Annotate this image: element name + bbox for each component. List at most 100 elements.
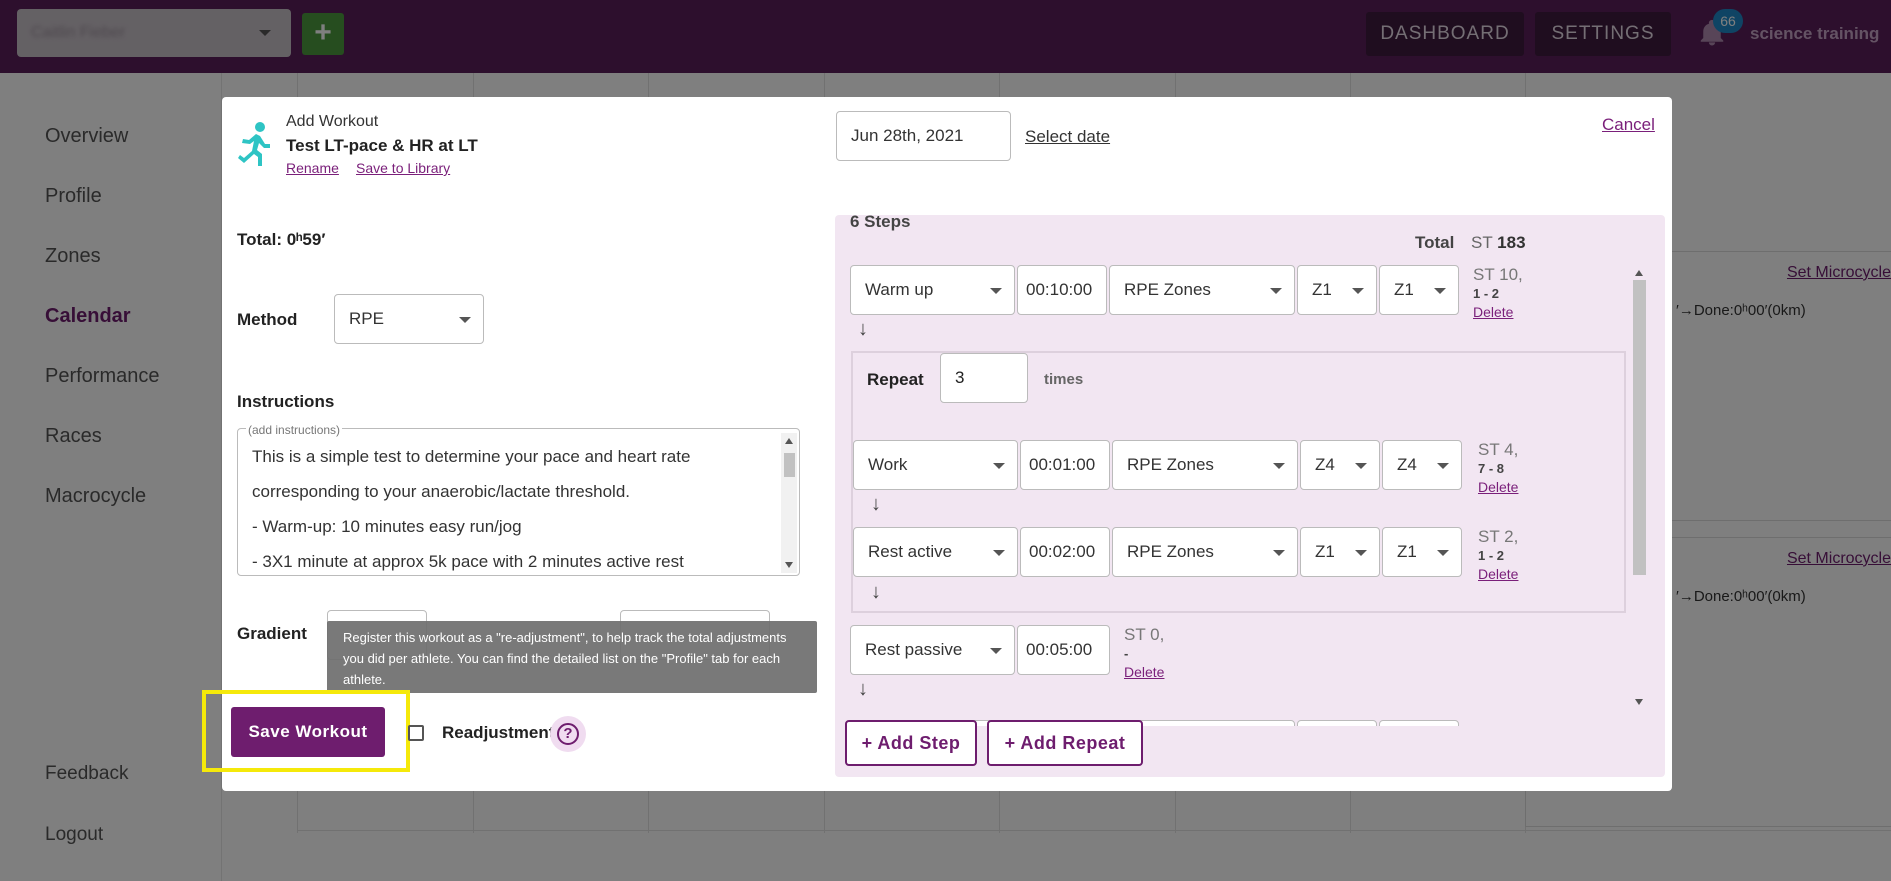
step-range: 1 - 2 xyxy=(1478,548,1505,563)
repeat-count-input[interactable]: 3 xyxy=(940,353,1028,403)
instructions-scrollbar[interactable] xyxy=(781,433,797,573)
times-label: times xyxy=(1044,371,1084,388)
chevron-down-icon xyxy=(990,648,1002,654)
running-person-icon xyxy=(238,122,270,166)
zone-to-value: Z1 xyxy=(1397,542,1417,561)
arrow-down-icon: ↓ xyxy=(858,678,868,700)
step-delete-link[interactable]: Delete xyxy=(1478,566,1518,582)
total-duration: Total: 0ʰ59′ xyxy=(237,230,326,249)
chevron-down-icon xyxy=(1437,550,1449,556)
scroll-thumb[interactable] xyxy=(1633,280,1646,575)
zone-from-select[interactable] xyxy=(1297,720,1377,726)
zone-from-value: Z4 xyxy=(1315,455,1335,474)
step-type-select[interactable]: Warm up xyxy=(850,265,1015,315)
st-prefix: ST xyxy=(1471,233,1493,252)
readjustment-checkbox[interactable] xyxy=(408,725,424,741)
add-workout-modal: Add Workout Test LT-pace & HR at LT Rena… xyxy=(202,97,1672,791)
chevron-down-icon xyxy=(993,550,1005,556)
chevron-down-icon xyxy=(1273,550,1285,556)
step-range: 1 - 2 xyxy=(1473,286,1500,301)
step-type-value: Rest active xyxy=(868,542,953,561)
modal-kicker: Add Workout xyxy=(286,113,379,130)
zone-type-select[interactable]: RPE Zones xyxy=(1112,527,1298,577)
instructions-label: Instructions xyxy=(237,392,335,411)
instructions-line: - 3X1 minute at approx 5k pace with 2 mi… xyxy=(252,552,684,571)
steps-count: 6 Steps xyxy=(850,212,911,231)
instructions-textarea[interactable]: This is a simple test to determine your … xyxy=(237,428,800,576)
help-icon[interactable]: ? xyxy=(550,716,586,752)
method-value: RPE xyxy=(349,309,384,328)
step-duration-input[interactable]: 00:02:00 xyxy=(1020,527,1110,577)
add-step-button[interactable]: + Add Step xyxy=(845,720,977,766)
readjustment-label: Readjustment xyxy=(442,723,555,742)
zone-to-select[interactable]: Z1 xyxy=(1382,527,1462,577)
chevron-down-icon xyxy=(1355,550,1367,556)
date-input[interactable]: Jun 28th, 2021 xyxy=(836,111,1011,161)
chevron-down-icon xyxy=(1355,463,1367,469)
instructions-legend: (add instructions) xyxy=(246,423,343,437)
zone-from-select[interactable]: Z1 xyxy=(1300,527,1380,577)
step-type-value: Work xyxy=(868,455,908,474)
zone-to-select[interactable]: Z4 xyxy=(1382,440,1462,490)
instructions-text: This is a simple test to determine your … xyxy=(252,439,772,575)
scroll-down-icon[interactable] xyxy=(785,562,793,568)
st-total: 183 xyxy=(1497,233,1526,252)
zone-to-value: Z4 xyxy=(1397,455,1417,474)
zone-to-select[interactable] xyxy=(1379,720,1459,726)
save-to-library-link[interactable]: Save to Library xyxy=(356,160,450,176)
step-duration-input[interactable]: 00:10:00 xyxy=(1017,265,1107,315)
step-duration-input[interactable]: 00:05:00 xyxy=(1017,625,1110,675)
zone-type-select[interactable]: RPE Zones xyxy=(1109,265,1295,315)
add-repeat-button[interactable]: + Add Repeat xyxy=(987,720,1143,766)
zone-type-value: RPE Zones xyxy=(1127,542,1214,561)
step-type-select[interactable]: Work xyxy=(853,440,1018,490)
scroll-up-icon[interactable] xyxy=(785,438,793,444)
arrow-down-icon: ↓ xyxy=(871,581,881,603)
zone-from-value: Z1 xyxy=(1312,280,1332,299)
scroll-up-icon[interactable] xyxy=(1635,270,1643,276)
readjustment-tooltip: Register this workout as a "re-adjustmen… xyxy=(327,621,817,693)
steps-scrollbar[interactable] xyxy=(1631,265,1648,705)
gradient-label: Gradient xyxy=(237,624,307,643)
zone-from-select[interactable]: Z4 xyxy=(1300,440,1380,490)
step-type-select[interactable]: Rest active xyxy=(853,527,1018,577)
steps-total-label: Total xyxy=(1415,233,1455,252)
instructions-line: This is a simple test to determine your … xyxy=(252,447,691,466)
step-range: 7 - 8 xyxy=(1478,461,1505,476)
step-st: ST 4, xyxy=(1478,440,1519,459)
step-delete-link[interactable]: Delete xyxy=(1478,479,1518,495)
chevron-down-icon xyxy=(1437,463,1449,469)
zone-type-select[interactable]: RPE Zones xyxy=(1112,440,1298,490)
help-symbol: ? xyxy=(557,723,579,745)
step-range: - xyxy=(1124,646,1129,661)
method-select[interactable]: RPE xyxy=(334,294,484,344)
scroll-down-icon[interactable] xyxy=(1635,699,1643,705)
zone-from-value: Z1 xyxy=(1315,542,1335,561)
steps-list: Warm up 00:10:00 RPE Zones Z1 Z1 ST 10, … xyxy=(834,265,1644,726)
cancel-link[interactable]: Cancel xyxy=(1602,115,1655,135)
step-st: ST 10, xyxy=(1473,265,1523,284)
step-delete-link[interactable]: Delete xyxy=(1124,664,1164,680)
arrow-down-icon: ↓ xyxy=(871,493,881,515)
save-workout-button[interactable]: Save Workout xyxy=(231,707,385,757)
scroll-thumb[interactable] xyxy=(784,453,795,477)
zone-from-select[interactable]: Z1 xyxy=(1297,265,1377,315)
repeat-block: Repeat 3 times Work 00:01:00 RPE Zones Z… xyxy=(851,351,1626,613)
chevron-down-icon xyxy=(1434,288,1446,294)
step-delete-link[interactable]: Delete xyxy=(1473,304,1513,320)
instructions-line: corresponding to your anaerobic/lactate … xyxy=(252,482,631,501)
instructions-line: - Warm-up: 10 minutes easy run/jog xyxy=(252,517,522,536)
select-date-link[interactable]: Select date xyxy=(1025,127,1110,147)
rename-link[interactable]: Rename xyxy=(286,160,339,176)
step-duration-input[interactable]: 00:01:00 xyxy=(1020,440,1110,490)
step-st: ST 0, xyxy=(1124,625,1165,644)
step-type-select[interactable]: Rest passive xyxy=(850,625,1015,675)
steps-total-value: ST 183 xyxy=(1471,233,1526,253)
repeat-label: Repeat xyxy=(867,370,924,389)
zone-to-select[interactable]: Z1 xyxy=(1379,265,1459,315)
chevron-down-icon xyxy=(990,288,1002,294)
step-type-value: Rest passive xyxy=(865,640,963,659)
chevron-down-icon xyxy=(459,317,471,323)
chevron-down-icon xyxy=(1273,463,1285,469)
chevron-down-icon xyxy=(1352,288,1364,294)
